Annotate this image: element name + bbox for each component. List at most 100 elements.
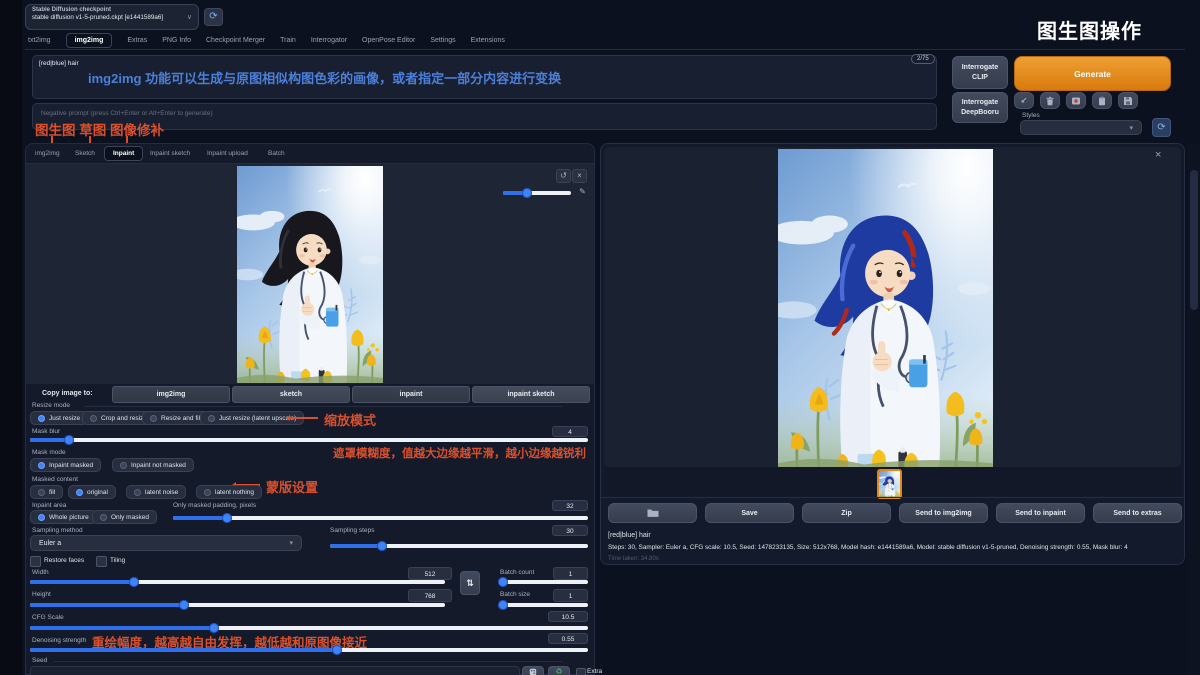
source-image[interactable]	[237, 166, 383, 383]
masked-content-latent-nothing[interactable]: latent nothing	[196, 485, 262, 499]
seed-extra-label: Extra	[587, 668, 602, 675]
batch-size-value[interactable]: 1	[553, 589, 588, 602]
negative-prompt-input[interactable]	[39, 109, 643, 118]
interrogate-clip-button[interactable]: Interrogate CLIP	[952, 56, 1008, 89]
mask-mode-inpaint-masked[interactable]: Inpaint masked	[30, 458, 101, 472]
app-window: Stable Diffusion checkpoint stable diffu…	[0, 0, 1200, 675]
radio-icon	[204, 489, 211, 496]
width-slider[interactable]	[30, 580, 445, 584]
padding-slider[interactable]	[173, 516, 588, 520]
masked-content-fill[interactable]: fill	[30, 485, 63, 499]
sampling-steps-slider[interactable]	[330, 544, 588, 548]
save-button[interactable]: Save	[705, 503, 794, 523]
tabs-annotation: 图生图 草图 图像修补	[35, 119, 164, 139]
save-style-button[interactable]	[1118, 92, 1138, 109]
canvas-clear-button[interactable]: ×	[572, 169, 587, 183]
seed-extra-checkbox[interactable]	[576, 668, 586, 675]
zip-button[interactable]: Zip	[802, 503, 891, 523]
tab-txt2img[interactable]: txt2img	[28, 37, 51, 44]
copy-to-sketch-button[interactable]: sketch	[232, 386, 350, 403]
interrogate-deepbooru-button[interactable]: Interrogate DeepBooru	[952, 92, 1008, 123]
annotation-arrow-img2img	[51, 136, 53, 143]
gallery-close-button[interactable]: ×	[1155, 149, 1161, 161]
result-image[interactable]	[778, 149, 993, 471]
tab-settings[interactable]: Settings	[430, 37, 455, 44]
styles-refresh-button[interactable]: ⟳	[1152, 118, 1171, 137]
tab-img2img[interactable]: img2img	[66, 33, 113, 48]
tiling-checkbox[interactable]	[96, 556, 107, 567]
open-folder-button[interactable]	[608, 503, 697, 523]
masked-content-latent-noise[interactable]: latent noise	[126, 485, 186, 499]
apply-style-button[interactable]	[1092, 92, 1112, 109]
paste-params-button[interactable]: ↙	[1014, 92, 1034, 109]
height-value[interactable]: 768	[408, 589, 452, 602]
inpaint-area-only-masked[interactable]: Only masked	[92, 510, 157, 524]
result-thumbnail[interactable]	[877, 469, 902, 499]
send-to-img2img-button[interactable]: Send to img2img	[899, 503, 988, 523]
radio-icon	[150, 415, 157, 422]
seed-input[interactable]	[30, 666, 520, 675]
cfg-scale-slider[interactable]	[30, 626, 588, 630]
canvas-brush-button[interactable]: ✎	[576, 186, 589, 198]
brush-size-slider[interactable]	[503, 191, 571, 195]
page-title: 图生图操作	[1037, 15, 1142, 44]
subtab-img2img[interactable]: img2img	[35, 150, 60, 157]
masked-content-original[interactable]: original	[68, 485, 116, 499]
card-red-dot-icon	[1071, 96, 1081, 106]
checkpoint-select[interactable]: Stable Diffusion checkpoint stable diffu…	[25, 4, 199, 30]
dice-icon	[529, 668, 537, 675]
negative-prompt-textarea[interactable]	[32, 103, 937, 130]
tab-openpose-editor[interactable]: OpenPose Editor	[362, 37, 415, 44]
mask-blur-slider[interactable]	[30, 438, 588, 442]
sampling-method-select[interactable]: Euler a ▾	[30, 535, 302, 551]
sampling-steps-value[interactable]: 30	[552, 525, 588, 536]
tab-checkpoint-merger[interactable]: Checkpoint Merger	[206, 37, 265, 44]
extra-networks-button[interactable]	[1066, 92, 1086, 109]
generation-info-prompt: [red|blue] hair	[608, 532, 651, 539]
copy-to-img2img-button[interactable]: img2img	[112, 386, 230, 403]
restore-faces-checkbox[interactable]	[30, 556, 41, 567]
generate-button[interactable]: Generate	[1014, 56, 1171, 91]
tab-extras[interactable]: Extras	[127, 37, 147, 44]
height-slider[interactable]	[30, 603, 445, 607]
batch-count-value[interactable]: 1	[553, 567, 588, 580]
result-thumbnail-image	[879, 471, 900, 497]
subtab-sketch[interactable]: Sketch	[75, 150, 95, 157]
denoising-strength-label: Denoising strength	[32, 637, 86, 644]
tab-train[interactable]: Train	[280, 37, 296, 44]
swap-dimensions-button[interactable]: ⇅	[460, 571, 480, 595]
cfg-scale-value[interactable]: 10.5	[548, 611, 588, 622]
tab-png-info[interactable]: PNG Info	[162, 37, 191, 44]
random-seed-button[interactable]	[522, 666, 544, 675]
copy-to-inpaint-sketch-button[interactable]: inpaint sketch	[472, 386, 590, 403]
subtab-inpaint[interactable]: Inpaint	[104, 146, 143, 161]
batch-count-slider[interactable]	[500, 580, 588, 584]
resize-option-just-resize[interactable]: Just resize	[30, 411, 88, 425]
subtab-inpaint-upload[interactable]: Inpaint upload	[207, 150, 248, 157]
clear-prompt-button[interactable]	[1040, 92, 1060, 109]
padding-value[interactable]: 32	[552, 500, 588, 511]
width-value[interactable]: 512	[408, 567, 452, 580]
tab-extensions[interactable]: Extensions	[471, 37, 505, 44]
tab-interrogator[interactable]: Interrogator	[311, 37, 347, 44]
checkpoint-refresh-button[interactable]: ⟳	[204, 8, 223, 26]
send-to-inpaint-button[interactable]: Send to inpaint	[996, 503, 1085, 523]
copy-to-inpaint-button[interactable]: inpaint	[352, 386, 470, 403]
cfg-scale-label: CFG Scale	[32, 614, 64, 621]
reuse-seed-button[interactable]: ♻	[548, 666, 570, 675]
subtab-batch[interactable]: Batch	[268, 150, 285, 157]
styles-select[interactable]: ▾	[1020, 120, 1142, 135]
batch-size-slider[interactable]	[500, 603, 588, 607]
scrollbar-thumb[interactable]	[1190, 170, 1198, 310]
mask-blur-value[interactable]: 4	[552, 426, 588, 437]
denoising-strength-value[interactable]: 0.55	[548, 633, 588, 644]
inpaint-area-whole-picture[interactable]: Whole picture	[30, 510, 97, 524]
main-tab-bar: txt2img img2img Extras PNG Info Checkpoi…	[28, 31, 505, 49]
radio-icon	[38, 415, 45, 422]
send-to-extras-button[interactable]: Send to extras	[1093, 503, 1182, 523]
scrollbar[interactable]	[1188, 143, 1200, 675]
denoising-strength-slider[interactable]	[30, 648, 588, 652]
mask-mode-inpaint-not-masked[interactable]: Inpaint not masked	[112, 458, 194, 472]
canvas-undo-button[interactable]: ↺	[556, 169, 571, 183]
subtab-inpaint-sketch[interactable]: Inpaint sketch	[150, 150, 190, 157]
